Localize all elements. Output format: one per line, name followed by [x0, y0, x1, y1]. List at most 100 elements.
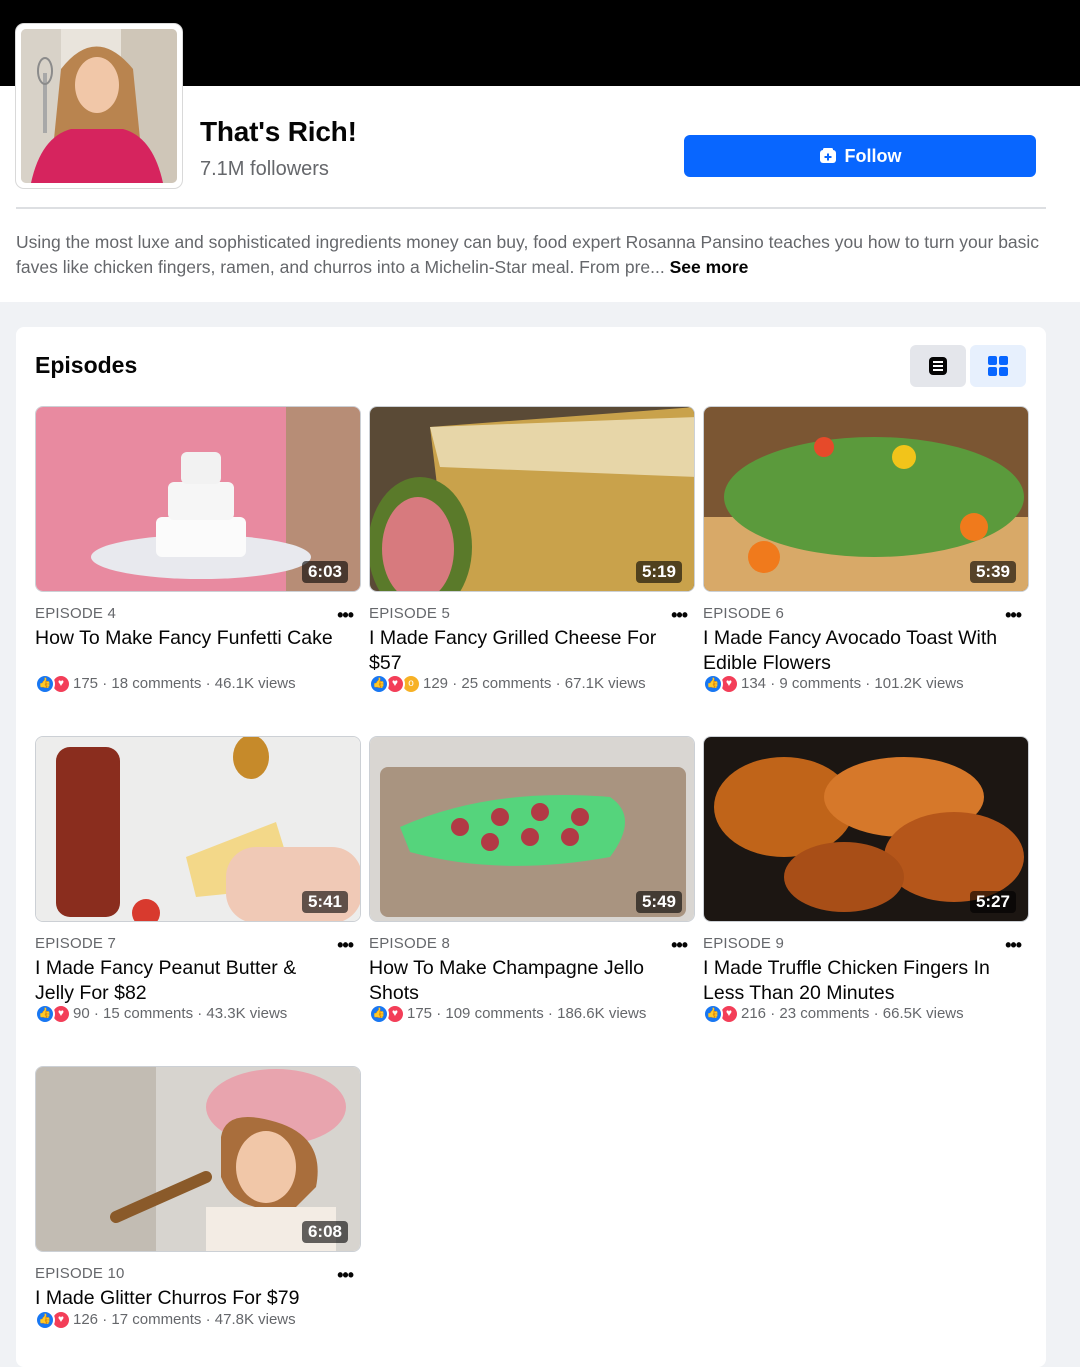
episode-card[interactable]: 5:41 EPISODE 7 ••• I Made Fancy Peanut B… [35, 736, 361, 1024]
more-options-icon[interactable]: ••• [337, 935, 354, 956]
reaction-count: 90 [73, 1005, 90, 1022]
like-icon: 👍 [35, 1310, 55, 1330]
more-options-icon[interactable]: ••• [671, 605, 688, 626]
more-options-icon[interactable]: ••• [671, 935, 688, 956]
duration-badge: 6:08 [301, 1221, 348, 1243]
description-text: Using the most luxe and sophisticated in… [16, 232, 1040, 277]
view-count: 66.5K views [882, 1005, 964, 1022]
reaction-count: 216 [741, 1005, 767, 1022]
page-description: Using the most luxe and sophisticated in… [16, 230, 1046, 280]
comment-count[interactable]: 15 comments [103, 1006, 193, 1022]
comment-count[interactable]: 23 comments [779, 1006, 869, 1022]
like-icon: 👍 [703, 1004, 723, 1024]
view-count: 67.1K views [564, 675, 646, 692]
view-count: 47.8K views [214, 1311, 296, 1328]
episode-title[interactable]: I Made Truffle Chicken Fingers In Less T… [703, 956, 1003, 1006]
view-count: 46.1K views [214, 675, 296, 692]
episode-stats: 👍 ♥ 216 · 23 comments · 66.5K views [703, 1004, 1003, 1024]
more-options-icon[interactable]: ••• [337, 1265, 354, 1286]
more-options-icon[interactable]: ••• [337, 605, 354, 626]
view-count: 186.6K views [557, 1005, 647, 1022]
view-count: 43.3K views [206, 1005, 288, 1022]
episode-thumbnail[interactable]: 5:41 [35, 736, 361, 922]
duration-badge: 5:49 [635, 891, 682, 913]
episode-thumbnail[interactable]: 6:08 [35, 1066, 361, 1252]
reaction-icons[interactable]: 👍 ♥ [35, 1004, 71, 1024]
list-view-button[interactable] [910, 345, 966, 387]
episode-title[interactable]: I Made Fancy Peanut Butter & Jelly For $… [35, 956, 335, 1006]
reaction-icons[interactable]: 👍 ♥ o [369, 674, 421, 694]
more-options-icon[interactable]: ••• [1005, 605, 1022, 626]
page-title: That's Rich! [200, 116, 357, 147]
episode-title[interactable]: How To Make Fancy Funfetti Cake [35, 626, 335, 651]
comment-count[interactable]: 109 comments [445, 1006, 543, 1022]
grid-view-button[interactable] [970, 345, 1026, 387]
episode-stats: 👍 ♥ 126 · 17 comments · 47.8K views [35, 1310, 335, 1330]
comment-count[interactable]: 25 comments [461, 676, 551, 692]
episode-label: EPISODE 9 [703, 935, 784, 952]
episode-stats: 👍 ♥ o 129 · 25 comments · 67.1K views [369, 674, 669, 694]
episode-title[interactable]: I Made Fancy Grilled Cheese For $57 [369, 626, 669, 676]
episode-thumbnail[interactable]: 5:19 [369, 406, 695, 592]
reaction-icons[interactable]: 👍 ♥ [703, 1004, 739, 1024]
episode-thumbnail[interactable]: 5:27 [703, 736, 1029, 922]
like-icon: 👍 [369, 674, 389, 694]
episode-card[interactable]: 5:39 EPISODE 6 ••• I Made Fancy Avocado … [703, 406, 1029, 694]
reaction-count: 126 [73, 1311, 99, 1328]
avatar[interactable] [16, 24, 182, 188]
duration-badge: 5:27 [969, 891, 1016, 913]
duration-badge: 5:39 [969, 561, 1016, 583]
episode-thumbnail[interactable]: 5:39 [703, 406, 1029, 592]
episode-stats: 👍 ♥ 175 · 18 comments · 46.1K views [35, 674, 335, 694]
episode-stats: 👍 ♥ 90 · 15 comments · 43.3K views [35, 1004, 335, 1024]
reaction-icons[interactable]: 👍 ♥ [703, 674, 739, 694]
reaction-icons[interactable]: 👍 ♥ [35, 674, 71, 694]
episode-card[interactable]: 5:49 EPISODE 8 ••• How To Make Champagne… [369, 736, 695, 1024]
follow-label: Follow [844, 145, 902, 166]
episode-thumbnail[interactable]: 6:03 [35, 406, 361, 592]
episode-title[interactable]: How To Make Champagne Jello Shots [369, 956, 669, 1006]
episode-label: EPISODE 5 [369, 605, 450, 622]
comment-count[interactable]: 17 comments [111, 1312, 201, 1328]
follower-count: 7.1M followers [200, 158, 329, 180]
view-count: 101.2K views [874, 675, 964, 692]
grid-view-icon [988, 356, 1008, 376]
episodes-heading: Episodes [35, 352, 138, 378]
duration-badge: 5:19 [635, 561, 682, 583]
episode-thumbnail[interactable]: 5:49 [369, 736, 695, 922]
reaction-count: 175 [73, 675, 99, 692]
episode-stats: 👍 ♥ 175 · 109 comments · 186.6K views [369, 1004, 669, 1024]
episode-card[interactable]: 6:08 EPISODE 10 ••• I Made Glitter Churr… [35, 1066, 361, 1330]
avatar-image [21, 29, 177, 183]
comment-count[interactable]: 9 comments [779, 676, 861, 692]
header-divider-2 [16, 207, 1046, 209]
duration-badge: 6:03 [301, 561, 348, 583]
episode-label: EPISODE 6 [703, 605, 784, 622]
follow-button[interactable]: Follow [684, 135, 1036, 177]
episode-title[interactable]: I Made Fancy Avocado Toast With Edible F… [703, 626, 1003, 676]
comment-count[interactable]: 18 comments [111, 676, 201, 692]
like-icon: 👍 [35, 1004, 55, 1024]
duration-badge: 5:41 [301, 891, 348, 913]
episode-stats: 👍 ♥ 134 · 9 comments · 101.2K views [703, 674, 1003, 694]
episode-card[interactable]: 6:03 EPISODE 4 ••• How To Make Fancy Fun… [35, 406, 361, 694]
episode-label: EPISODE 4 [35, 605, 116, 622]
episode-title[interactable]: I Made Glitter Churros For $79 [35, 1286, 335, 1311]
episode-label: EPISODE 10 [35, 1265, 125, 1282]
episode-label: EPISODE 7 [35, 935, 116, 952]
episode-card[interactable]: 5:27 EPISODE 9 ••• I Made Truffle Chicke… [703, 736, 1029, 1024]
like-icon: 👍 [35, 674, 55, 694]
reaction-icons[interactable]: 👍 ♥ [35, 1310, 71, 1330]
list-view-icon [929, 357, 947, 375]
see-more-link[interactable]: See more [670, 257, 749, 277]
more-options-icon[interactable]: ••• [1005, 935, 1022, 956]
episode-label: EPISODE 8 [369, 935, 450, 952]
like-icon: 👍 [369, 1004, 389, 1024]
reaction-count: 175 [407, 1005, 433, 1022]
episode-card[interactable]: 5:19 EPISODE 5 ••• I Made Fancy Grilled … [369, 406, 695, 694]
reaction-count: 134 [741, 675, 767, 692]
reaction-icons[interactable]: 👍 ♥ [369, 1004, 405, 1024]
like-icon: 👍 [703, 674, 723, 694]
reaction-count: 129 [423, 675, 449, 692]
follow-icon [819, 148, 836, 163]
